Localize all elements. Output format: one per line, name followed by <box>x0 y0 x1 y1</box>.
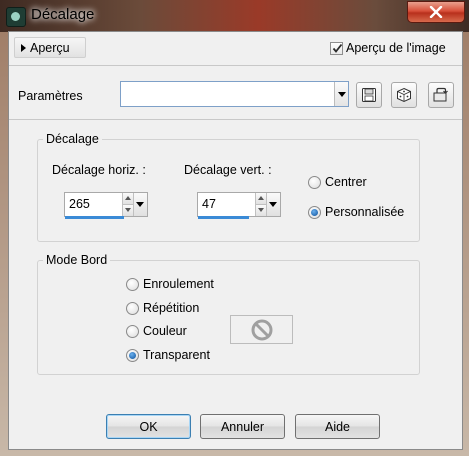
apercu-image-option[interactable]: Aperçu de l'image <box>330 41 446 55</box>
personnalisee-label: Personnalisée <box>325 205 405 219</box>
vert-offset-value: 47 <box>202 197 216 211</box>
horiz-offset-input[interactable]: 265 <box>64 192 148 219</box>
mode-bord-group-title: Mode Bord <box>43 253 111 267</box>
enroulement-label: Enroulement <box>143 277 214 291</box>
expand-arrow-icon <box>21 43 26 52</box>
paintshop-icon <box>6 7 26 27</box>
enroulement-option[interactable]: Enroulement <box>126 277 214 291</box>
vert-offset-dropdown[interactable] <box>266 193 280 216</box>
transparent-option[interactable]: Transparent <box>126 348 210 362</box>
dice-icon <box>397 87 411 103</box>
couleur-option[interactable]: Couleur <box>126 324 187 338</box>
repetition-option[interactable]: Répétition <box>126 301 199 315</box>
vert-offset-slider[interactable] <box>198 216 249 219</box>
border-color-swatch[interactable] <box>230 315 293 344</box>
horiz-offset-dropdown[interactable] <box>133 193 147 216</box>
apercu-image-label: Aperçu de l'image <box>346 41 446 55</box>
enroulement-radio[interactable] <box>126 277 139 291</box>
dialog-window: Décalage Aperçu Aperçu de l'image Paramè… <box>0 0 469 456</box>
apercu-image-checkbox[interactable] <box>330 41 343 55</box>
centrer-option[interactable]: Centrer <box>308 175 367 189</box>
window-title: Décalage <box>31 6 95 23</box>
save-icon <box>362 88 376 102</box>
horiz-offset-label: Décalage horiz. : <box>52 163 146 177</box>
transparent-label: Transparent <box>143 348 210 362</box>
parametres-label: Paramètres <box>18 89 83 103</box>
personnalisee-radio[interactable] <box>308 205 321 219</box>
vert-offset-label: Décalage vert. : <box>184 163 272 177</box>
reset-icon <box>433 87 448 102</box>
divider <box>9 119 462 120</box>
mode-bord-group <box>37 260 420 375</box>
apercu-toggle-button[interactable]: Aperçu <box>14 37 86 58</box>
centrer-label: Centrer <box>325 175 367 189</box>
personnalisee-option[interactable]: Personnalisée <box>308 205 404 219</box>
apercu-label: Aperçu <box>30 40 70 55</box>
transparent-radio[interactable] <box>126 348 139 362</box>
close-icon <box>429 6 443 18</box>
check-icon <box>332 43 343 53</box>
title-bar[interactable]: Décalage <box>0 0 469 32</box>
aide-button[interactable]: Aide <box>295 414 380 439</box>
couleur-radio[interactable] <box>126 324 139 338</box>
repetition-label: Répétition <box>143 301 200 315</box>
reset-preset-button[interactable] <box>428 82 454 108</box>
ok-button[interactable]: OK <box>106 414 191 439</box>
no-color-icon <box>251 319 272 340</box>
couleur-label: Couleur <box>143 324 187 338</box>
close-button[interactable] <box>407 1 465 23</box>
parametres-select[interactable] <box>120 81 349 107</box>
random-preset-button[interactable] <box>391 82 417 108</box>
preview-bar: Aperçu Aperçu de l'image <box>9 32 462 64</box>
horiz-offset-value: 265 <box>69 197 90 211</box>
decalage-group <box>37 139 420 242</box>
horiz-offset-slider[interactable] <box>65 216 125 219</box>
save-preset-button[interactable] <box>356 82 382 108</box>
annuler-button[interactable]: Annuler <box>200 414 285 439</box>
vert-offset-input[interactable]: 47 <box>197 192 281 219</box>
centrer-radio[interactable] <box>308 175 321 189</box>
divider <box>9 65 462 66</box>
decalage-group-title: Décalage <box>43 132 102 146</box>
repetition-radio[interactable] <box>126 301 139 315</box>
chevron-down-icon[interactable] <box>334 82 348 106</box>
dialog-client: Aperçu Aperçu de l'image Paramètres Déca… <box>8 31 463 450</box>
